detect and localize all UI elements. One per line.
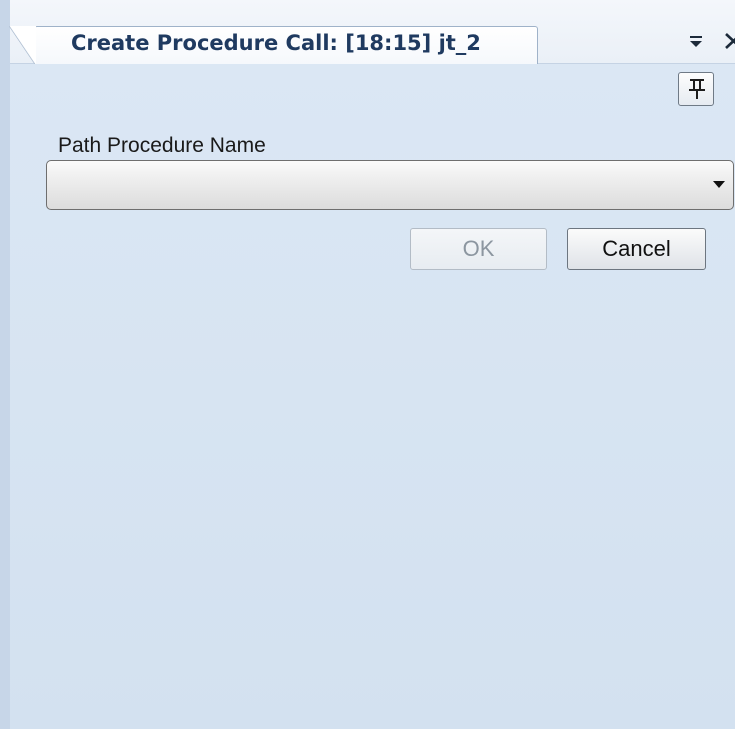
pin-button[interactable] bbox=[678, 72, 714, 106]
close-icon[interactable] bbox=[722, 29, 735, 51]
dialog-panel: Path Procedure Name OK Cancel bbox=[10, 64, 735, 729]
pin-icon bbox=[689, 79, 705, 99]
tab-title: Create Procedure Call: [18:15] jt_2 bbox=[71, 31, 481, 55]
dropdown-menu-icon[interactable] bbox=[687, 30, 705, 50]
path-procedure-name-select[interactable] bbox=[46, 160, 734, 210]
path-procedure-name-label: Path Procedure Name bbox=[58, 134, 266, 157]
dialog-window: Create Procedure Call: [18:15] jt_2 Path… bbox=[0, 0, 735, 729]
cancel-button[interactable]: Cancel bbox=[567, 228, 706, 270]
chevron-down-icon[interactable] bbox=[713, 181, 725, 188]
ok-button[interactable]: OK bbox=[410, 228, 547, 270]
tab-strip: Create Procedure Call: [18:15] jt_2 bbox=[9, 0, 735, 66]
tab-create-procedure-call[interactable]: Create Procedure Call: [18:15] jt_2 bbox=[9, 26, 538, 66]
